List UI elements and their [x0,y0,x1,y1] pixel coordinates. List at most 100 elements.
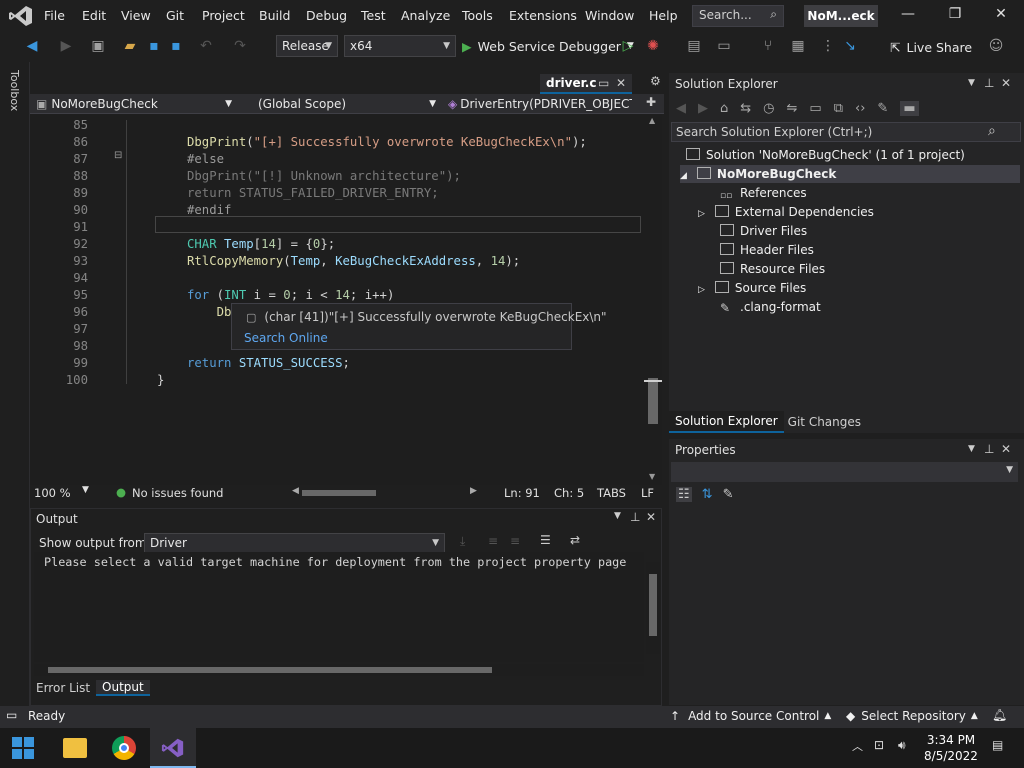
chevron-down-icon[interactable]: ▼ [968,444,975,454]
scroll-left-icon[interactable]: ◀ [292,486,299,496]
tree-resource-files[interactable]: Resource Files [720,260,825,278]
pin-icon[interactable]: ⊥ [630,510,640,524]
search-input[interactable]: Search... ⌕ [692,5,784,27]
collapse-icon[interactable]: ⊟ [114,150,122,161]
menu-item-git[interactable]: Git [166,8,184,23]
categorized-icon[interactable]: ☷ [676,487,692,502]
file-explorer-icon[interactable] [63,738,87,758]
select-repository-button[interactable]: ◆ Select Repository ▲ [846,709,978,723]
menu-item-tools[interactable]: Tools [462,8,493,23]
code-line[interactable]: 89 return STATUS_FAILED_DRIVER_ENTRY; [30,185,644,202]
menu-item-help[interactable]: Help [649,8,678,23]
chevron-up-icon[interactable]: ︿ [852,738,863,754]
scroll-thumb[interactable] [648,378,658,424]
line-indicator[interactable]: Ln: 91 [504,486,540,500]
column-indicator[interactable]: Ch: 5 [554,486,584,500]
split-icon[interactable]: ✚ [646,95,656,109]
chevron-down-icon[interactable]: ▼ [968,78,975,88]
code-line[interactable]: 93 RtlCopyMemory(Temp, KeBugCheckExAddres… [30,253,644,270]
configuration-dropdown[interactable]: Release ▼ [276,35,338,57]
menu-item-view[interactable]: View [121,8,151,23]
layout-icon[interactable]: ▭ [716,38,732,54]
menu-item-analyze[interactable]: Analyze [401,8,450,23]
notifications-icon[interactable]: 🔔︎ [992,708,1007,722]
menu-item-build[interactable]: Build [259,8,290,23]
function-nav-dropdown[interactable]: ◈DriverEntry(PDRIVER_OBJECT Dr [448,96,632,112]
live-share-button[interactable]: ⇱ Live Share [890,40,972,55]
code-editor[interactable]: 85 86 DbgPrint("[+] Successfully overwrote… [30,114,644,486]
step-icon[interactable]: ↘ [842,38,858,54]
visual-studio-taskbar-button[interactable] [150,728,196,768]
start-debugger-button[interactable]: ▶ Web Service Debugger ▼ [462,36,634,56]
word-wrap-icon[interactable]: ⇄ [570,533,580,547]
properties-object-dropdown[interactable]: ▼ [671,462,1018,482]
code-line[interactable]: 86 DbgPrint("[+] Successfully overwrote K… [30,134,644,151]
history-icon[interactable]: ◷ [763,101,774,116]
hot-reload-icon[interactable]: ✺ [645,38,661,54]
network-icon[interactable]: ⊡ [874,738,884,752]
alphabetical-icon[interactable]: ⇅ [702,487,713,502]
close-icon[interactable]: ✕ [1001,442,1011,456]
menu-item-project[interactable]: Project [202,8,245,23]
code-line[interactable]: 90 #endif [30,202,644,219]
git-icon[interactable]: ⑂ [760,38,776,54]
code-line[interactable]: 88 DbgPrint("[!] Unknown architecture"); [30,168,644,185]
clock[interactable]: 3:34 PM 8/5/2022 [920,732,982,764]
search-online-link[interactable]: Search Online [244,331,328,345]
scroll-right-icon[interactable]: ▶ [470,486,477,496]
menu-item-window[interactable]: Window [585,8,634,23]
horizontal-scroll-thumb[interactable] [302,490,376,496]
new-project-icon[interactable]: ▣ [90,38,106,54]
tab-driver-c[interactable]: driver.c ▭ ✕ [540,74,632,94]
sync-icon[interactable]: ⇋ [787,101,798,116]
output-vertical-scrollbar[interactable] [646,562,660,654]
save-icon[interactable]: ▪ [146,38,162,54]
tab-git-changes[interactable]: Git Changes [784,412,865,432]
tab-solution-explorer[interactable]: Solution Explorer [669,411,784,433]
close-tab-icon[interactable]: ✕ [616,74,626,92]
collapse-all-icon[interactable]: ▭ [809,101,821,116]
close-icon[interactable]: ✕ [986,6,1016,26]
scope-nav-dropdown[interactable]: (Global Scope) ▼ [258,96,440,112]
menu-item-test[interactable]: Test [361,8,386,23]
solution-search-input[interactable]: Search Solution Explorer (Ctrl+;) ⌕ [671,122,1021,142]
zoom-level[interactable]: 100 % [34,486,71,500]
project-nav-dropdown[interactable]: ▣ NoMoreBugCheck ▼ [36,96,236,112]
pin-icon[interactable]: ▭ [598,74,609,92]
tree-driver-files[interactable]: Driver Files [720,222,807,240]
tree-external-dependencies[interactable]: ▷ External Dependencies [698,203,874,221]
menu-item-file[interactable]: File [44,8,65,23]
switch-views-icon[interactable]: ⇆ [740,101,751,116]
code-icon[interactable]: ‹› [855,101,865,116]
browse-icon[interactable]: ▤ [686,38,702,54]
code-line[interactable]: 92 CHAR Temp[14] = {0}; [30,236,644,253]
back-icon[interactable]: ◀ [676,101,686,116]
volume-icon[interactable]: 🔊︎ [898,738,906,753]
tab-output[interactable]: Output [96,680,150,696]
code-line[interactable]: 85 [30,117,644,134]
tree-header-files[interactable]: Header Files [720,241,814,259]
save-all-icon[interactable]: ▪ [168,38,184,54]
tree-clang-format[interactable]: ✎ .clang-format [720,298,821,316]
maximize-icon[interactable]: ❐ [940,6,970,26]
code-line[interactable]: 94 [30,270,644,287]
scroll-up-icon[interactable]: ▲ [649,116,655,125]
comment-icon[interactable]: ▦ [790,38,806,54]
tree-source-files[interactable]: ▷ Source Files [698,279,806,297]
tree-solution[interactable]: Solution 'NoMoreBugCheck' (1 of 1 projec… [686,146,965,164]
scroll-down-icon[interactable]: ▼ [649,472,655,481]
open-folder-icon[interactable]: ▰ [122,38,138,54]
gear-icon[interactable]: ⚙ [650,74,661,88]
clear-all-icon[interactable]: ☰ [540,533,551,547]
action-center-icon[interactable]: ▤ [992,738,1003,752]
close-icon[interactable]: ✕ [646,510,656,524]
code-line[interactable]: 100} [30,372,644,389]
editor-vertical-scrollbar[interactable]: ▲ ▼ [644,114,662,486]
property-pages-icon[interactable]: ✎ [723,487,734,502]
wrench-icon[interactable]: ✎ [877,101,888,116]
tree-references[interactable]: ▫▫ References [720,184,807,202]
pin-icon[interactable]: ⊥ [984,442,994,456]
close-icon[interactable]: ✕ [1001,76,1011,90]
windows-start-icon[interactable] [12,737,34,759]
forward-icon[interactable]: ▶ [698,101,708,116]
